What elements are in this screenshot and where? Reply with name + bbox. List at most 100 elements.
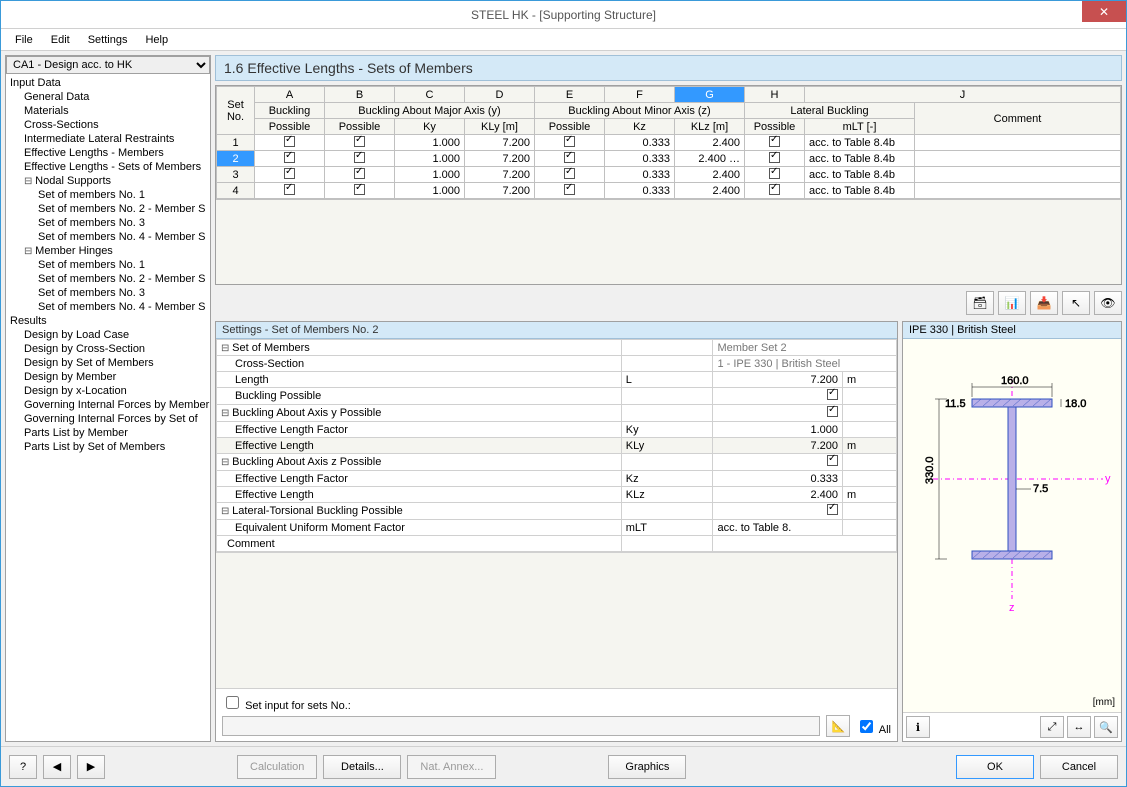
graphics-button[interactable]: Graphics (608, 755, 686, 779)
cell-ky[interactable]: 1.000 (395, 167, 465, 183)
row-header[interactable]: 1 (217, 135, 255, 151)
dimension-icon[interactable]: ↔ (1067, 716, 1091, 738)
cell-ky[interactable]: 1.000 (395, 151, 465, 167)
cell-buckling-possible[interactable] (255, 151, 325, 167)
col-D[interactable]: D (465, 87, 535, 103)
cell-ky[interactable]: 1.000 (395, 183, 465, 199)
set-input-field[interactable] (222, 716, 820, 736)
cell-klz[interactable]: 2.400 … (675, 151, 745, 167)
tree-ns4[interactable]: Set of members No. 4 - Member S (8, 230, 208, 244)
col-F[interactable]: F (605, 87, 675, 103)
cell-lateral-possible[interactable] (745, 167, 805, 183)
nat-annex-button[interactable]: Nat. Annex... (407, 755, 496, 779)
toolbar-view-icon[interactable]: 👁 (1094, 291, 1122, 315)
cell-lateral-possible[interactable] (745, 151, 805, 167)
nav-prev-button[interactable]: ◀ (43, 755, 71, 779)
menu-edit[interactable]: Edit (43, 32, 78, 48)
cell-mlt[interactable]: acc. to Table 8.4b (805, 135, 915, 151)
menu-help[interactable]: Help (137, 32, 176, 48)
tree-r1[interactable]: Design by Load Case (8, 328, 208, 342)
tree-r8[interactable]: Parts List by Member (8, 426, 208, 440)
cell-major-possible[interactable] (325, 183, 395, 199)
tree-scrollbar[interactable] (6, 740, 210, 741)
property-grid[interactable]: Set of MembersMember Set 2 Cross-Section… (216, 339, 897, 552)
col-B[interactable]: B (325, 87, 395, 103)
row-header[interactable]: 2 (217, 151, 255, 167)
set-input-label[interactable]: Set input for sets No.: (222, 693, 891, 712)
cell-minor-possible[interactable] (535, 167, 605, 183)
col-C[interactable]: C (395, 87, 465, 103)
tree-mh1[interactable]: Set of members No. 1 (8, 258, 208, 272)
prop-ltb-chk[interactable] (713, 503, 843, 520)
col-A[interactable]: A (255, 87, 325, 103)
cell-mlt[interactable]: acc. to Table 8.4b (805, 151, 915, 167)
cell-comment[interactable] (915, 135, 1121, 151)
case-select[interactable]: CA1 - Design acc. to HK (6, 56, 210, 74)
tree-r7[interactable]: Governing Internal Forces by Set of (8, 412, 208, 426)
navigator-tree[interactable]: Input Data General Data Materials Cross-… (6, 74, 210, 740)
info-icon[interactable]: ℹ (906, 716, 930, 738)
prop-baz-chk[interactable] (713, 454, 843, 471)
tree-results[interactable]: Results (8, 314, 208, 328)
prop-som[interactable]: Set of Members (217, 340, 622, 356)
prop-bay-chk[interactable] (713, 405, 843, 422)
cell-buckling-possible[interactable] (255, 135, 325, 151)
all-checkbox[interactable] (860, 720, 873, 733)
zoom-icon[interactable]: 🔍 (1094, 716, 1118, 738)
cell-klz[interactable]: 2.400 (675, 167, 745, 183)
prop-kz-val[interactable]: 0.333 (713, 471, 843, 487)
prop-ltb[interactable]: Lateral-Torsional Buckling Possible (217, 503, 622, 520)
tree-r6[interactable]: Governing Internal Forces by Member (8, 398, 208, 412)
cell-mlt[interactable]: acc. to Table 8.4b (805, 167, 915, 183)
cell-minor-possible[interactable] (535, 135, 605, 151)
cell-klz[interactable]: 2.400 (675, 183, 745, 199)
col-G[interactable]: G (675, 87, 745, 103)
cell-kz[interactable]: 0.333 (605, 167, 675, 183)
cell-lateral-possible[interactable] (745, 183, 805, 199)
toolbar-excel-import-icon[interactable]: 📥 (1030, 291, 1058, 315)
axes-icon[interactable]: ⤢ (1040, 716, 1064, 738)
row-header[interactable]: 3 (217, 167, 255, 183)
pick-sets-icon[interactable]: 📐 (826, 715, 850, 737)
tree-ns2[interactable]: Set of members No. 2 - Member S (8, 202, 208, 216)
tree-materials[interactable]: Materials (8, 104, 208, 118)
cell-kly[interactable]: 7.200 (465, 151, 535, 167)
cell-minor-possible[interactable] (535, 151, 605, 167)
set-input-checkbox[interactable] (226, 696, 239, 709)
col-set-no[interactable]: SetNo. (217, 87, 255, 135)
prop-kly-val[interactable]: 7.200 (713, 438, 843, 454)
cancel-button[interactable]: Cancel (1040, 755, 1118, 779)
ok-button[interactable]: OK (956, 755, 1034, 779)
tree-ns1[interactable]: Set of members No. 1 (8, 188, 208, 202)
cell-comment[interactable] (915, 183, 1121, 199)
toolbar-excel-export-icon[interactable]: 📊 (998, 291, 1026, 315)
close-button[interactable]: ✕ (1082, 1, 1126, 22)
row-header[interactable]: 4 (217, 183, 255, 199)
tree-mh2[interactable]: Set of members No. 2 - Member S (8, 272, 208, 286)
tree-r3[interactable]: Design by Set of Members (8, 356, 208, 370)
prop-klz-val[interactable]: 2.400 (713, 487, 843, 503)
cell-kly[interactable]: 7.200 (465, 135, 535, 151)
all-label[interactable]: All (856, 717, 891, 736)
tree-nodal-supports[interactable]: Nodal Supports (8, 174, 208, 188)
col-J[interactable]: J (805, 87, 1121, 103)
tree-r2[interactable]: Design by Cross-Section (8, 342, 208, 356)
tree-efsom[interactable]: Effective Lengths - Sets of Members (8, 160, 208, 174)
toolbar-export-icon[interactable]: 🗃 (966, 291, 994, 315)
cell-kly[interactable]: 7.200 (465, 183, 535, 199)
tree-cross-sections[interactable]: Cross-Sections (8, 118, 208, 132)
tree-r5[interactable]: Design by x-Location (8, 384, 208, 398)
details-button[interactable]: Details... (323, 755, 401, 779)
prop-bp-chk[interactable] (713, 388, 843, 405)
prop-bay[interactable]: Buckling About Axis y Possible (217, 405, 622, 422)
menu-file[interactable]: File (7, 32, 41, 48)
tree-input-data[interactable]: Input Data (8, 76, 208, 90)
cell-kly[interactable]: 7.200 (465, 167, 535, 183)
main-grid[interactable]: SetNo. A B C D E F G H J Buckling Buckli… (215, 85, 1122, 285)
cell-comment[interactable] (915, 167, 1121, 183)
tree-efm[interactable]: Effective Lengths - Members (8, 146, 208, 160)
tree-ilr[interactable]: Intermediate Lateral Restraints (8, 132, 208, 146)
cell-major-possible[interactable] (325, 167, 395, 183)
prop-comment-val[interactable] (713, 536, 897, 552)
prop-ky-val[interactable]: 1.000 (713, 422, 843, 438)
